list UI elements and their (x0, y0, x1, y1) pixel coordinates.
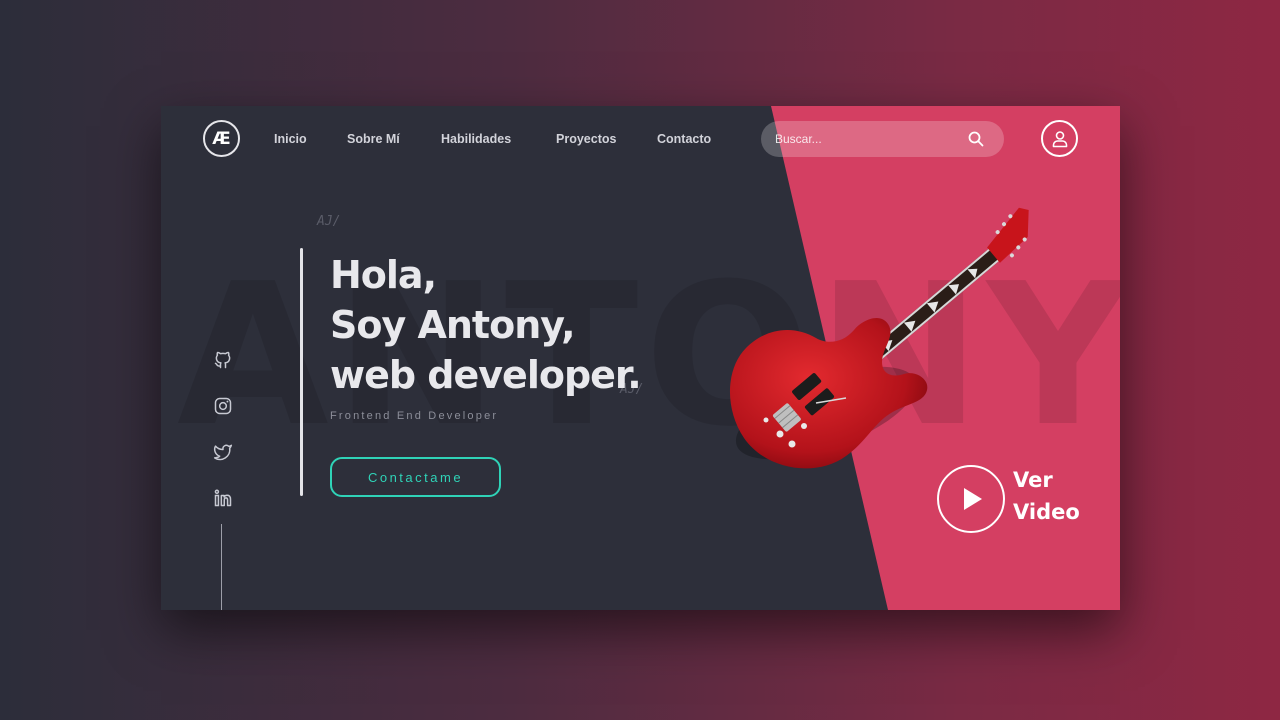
github-icon (214, 351, 231, 369)
nav-item-contacto[interactable]: Contacto (657, 132, 711, 146)
electric-guitar-image (729, 207, 1029, 469)
linkedin-icon (214, 489, 232, 507)
video-label-line2: Video (1013, 500, 1080, 524)
user-icon (1052, 130, 1067, 147)
search-input[interactable] (775, 121, 965, 157)
nav-item-proyectos[interactable]: Proyectos (556, 132, 616, 146)
hero-accent-bar (300, 248, 303, 496)
social-link-github[interactable] (212, 349, 234, 371)
video-label[interactable]: Ver Video (1013, 464, 1080, 528)
site-logo[interactable]: Æ (203, 120, 240, 157)
search-bar (761, 121, 1004, 157)
play-video-button[interactable] (937, 465, 1005, 533)
hero-line-greeting: Hola, (330, 253, 437, 297)
social-link-instagram[interactable] (212, 395, 234, 417)
hero-line-role: web developer. (330, 353, 642, 397)
hero-line-name: Soy Antony, (330, 303, 576, 347)
social-link-twitter[interactable] (212, 441, 234, 463)
twitter-icon (213, 444, 233, 461)
nav-item-habilidades[interactable]: Habilidades (441, 132, 511, 146)
video-label-line1: Ver (1013, 468, 1053, 492)
hero-subtitle: Frontend End Developer (330, 410, 499, 422)
side-divider-line (221, 524, 222, 610)
nav-item-sobre-mi[interactable]: Sobre Mí (347, 132, 400, 146)
landing-page-frame: ANTONY Æ Inicio Sobre Mí Habilidades Pro… (161, 106, 1120, 610)
social-link-linkedin[interactable] (212, 487, 234, 509)
contact-me-button[interactable]: Contactame (330, 457, 501, 497)
instagram-icon (214, 397, 232, 415)
hero-heading: Hola, Soy Antony, web developer. (330, 250, 642, 400)
code-decoration: AJ/ (317, 214, 341, 229)
user-account-button[interactable] (1041, 120, 1078, 157)
search-icon[interactable] (968, 131, 984, 147)
nav-item-inicio[interactable]: Inicio (274, 132, 307, 146)
play-icon (964, 488, 982, 510)
